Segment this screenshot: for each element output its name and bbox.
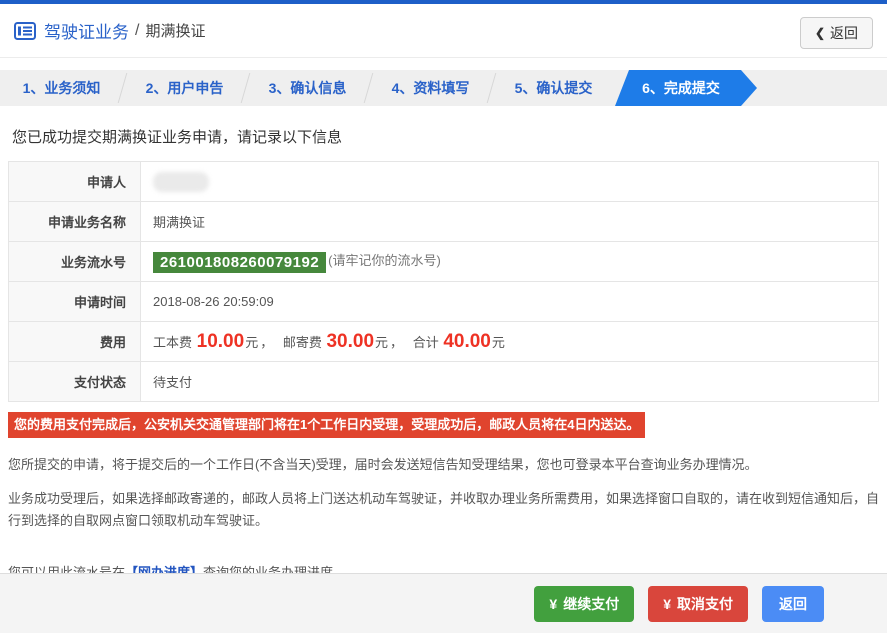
fee-label: 费用 bbox=[8, 321, 141, 362]
business-name-value: 期满换证 bbox=[140, 201, 879, 242]
apply-time-value: 2018-08-26 20:59:09 bbox=[140, 281, 879, 322]
fee-part-unit: 元 bbox=[245, 334, 259, 350]
pay-status-value: 待支付 bbox=[140, 361, 879, 402]
notice-paragraph-2: 业务成功受理后，如果选择邮政寄递的，邮政人员将上门送达机动车驾驶证，并收取办理业… bbox=[8, 490, 880, 528]
progress-hint-prefix: 您可以用此流水号在 bbox=[8, 564, 126, 573]
business-name-label: 申请业务名称 bbox=[8, 201, 141, 242]
back-button-top[interactable]: ❮ 返回 bbox=[799, 17, 873, 49]
table-row-business-name: 申请业务名称 期满换证 bbox=[8, 201, 879, 242]
continue-pay-label: 继续支付 bbox=[563, 595, 620, 612]
table-row-serial: 业务流水号 261001808260079192 (请牢记你的流水号) bbox=[8, 241, 879, 282]
step-1-notice: 1、业务须知 bbox=[0, 70, 123, 106]
fee-separator: ， bbox=[390, 334, 404, 350]
fee-value: 工本费 10.00元， 邮寄费 30.00元， 合计 40.00元 bbox=[140, 321, 879, 362]
fee-part-amount: 30.00 bbox=[326, 330, 375, 352]
step-3-confirm-info: 3、确认信息 bbox=[246, 70, 369, 106]
page-title: 驾驶证业务 bbox=[44, 23, 129, 42]
chevron-left-icon: ❮ bbox=[814, 26, 825, 40]
step-2-declare: 2、用户申告 bbox=[123, 70, 246, 106]
breadcrumb-current: 期满换证 bbox=[145, 23, 206, 40]
fee-part-amount: 10.00 bbox=[196, 330, 245, 352]
main-content: 您已成功提交期满换证业务申请，请记录以下信息 申请人 申请业务名称 期满换证 业… bbox=[0, 106, 887, 573]
fee-part-amount: 40.00 bbox=[443, 330, 491, 352]
serial-value: 261001808260079192 (请牢记你的流水号) bbox=[140, 241, 879, 282]
back-bottom-label: 返回 bbox=[779, 595, 807, 612]
fee-part-name: 邮寄费 bbox=[282, 334, 322, 350]
warning-banner: 您的费用支付完成后，公安机关交通管理部门将在1个工作日内受理，受理成功后，邮政人… bbox=[8, 412, 646, 438]
page-header: 驾驶证业务 / 期满换证 ❮ 返回 bbox=[0, 4, 887, 58]
serial-number-badge: 261001808260079192 bbox=[153, 251, 327, 273]
success-message: 您已成功提交期满换证业务申请，请记录以下信息 bbox=[12, 129, 343, 146]
back-button-bottom[interactable]: 返回 bbox=[762, 585, 824, 622]
fee-part-name: 工本费 bbox=[153, 334, 193, 350]
table-row-applicant: 申请人 bbox=[8, 161, 879, 202]
continue-pay-button[interactable]: ¥ 继续支付 bbox=[534, 585, 635, 622]
fee-part-unit: 元 bbox=[375, 334, 389, 350]
page: 驾驶证业务 / 期满换证 ❮ 返回 1、业务须知 2、用户申告 3、确认信息 4… bbox=[0, 0, 887, 633]
redacted-name bbox=[153, 171, 209, 192]
footer-bar: ¥ 继续支付 ¥ 取消支付 返回 bbox=[0, 573, 887, 633]
serial-label: 业务流水号 bbox=[8, 241, 141, 282]
serial-note: (请牢记你的流水号) bbox=[328, 253, 441, 269]
table-row-apply-time: 申请时间 2018-08-26 20:59:09 bbox=[8, 281, 879, 322]
table-row-pay-status: 支付状态 待支付 bbox=[8, 361, 879, 402]
progress-link[interactable]: 【网办进度】 bbox=[125, 565, 203, 573]
details-table: 申请人 申请业务名称 期满换证 业务流水号 261001808260079192… bbox=[8, 161, 879, 402]
notice-paragraph-1: 您所提交的申请，将于提交后的一个工作日(不含当天)受理，届时会发送短信告知受理结… bbox=[8, 456, 758, 472]
back-button-label: 返回 bbox=[830, 25, 858, 41]
apply-time-label: 申请时间 bbox=[8, 281, 141, 322]
progress-hint-line: 您可以用此流水号在【网办进度】查询您的业务办理进度。 bbox=[8, 562, 879, 573]
progress-hint-suffix: 查询您的业务办理进度。 bbox=[203, 564, 347, 573]
table-row-fee: 费用 工本费 10.00元， 邮寄费 30.00元， 合计 40.00元 bbox=[8, 321, 879, 362]
pay-status-label: 支付状态 bbox=[8, 361, 141, 402]
yuan-icon: ¥ bbox=[663, 595, 671, 612]
cancel-pay-button[interactable]: ¥ 取消支付 bbox=[648, 585, 748, 622]
applicant-label: 申请人 bbox=[8, 161, 141, 202]
wizard-stepbar: 1、业务须知 2、用户申告 3、确认信息 4、资料填写 5、确认提交 6、完成提… bbox=[0, 70, 887, 106]
breadcrumb-divider: / bbox=[135, 21, 140, 39]
fee-part-name: 合计 bbox=[412, 334, 439, 350]
cancel-pay-label: 取消支付 bbox=[677, 595, 733, 612]
step-5-confirm-submit: 5、确认提交 bbox=[514, 80, 593, 96]
step-4-fill-data: 4、资料填写 bbox=[369, 70, 492, 106]
form-list-icon bbox=[14, 21, 36, 40]
fee-separator: ， bbox=[260, 334, 274, 350]
step-6-complete-active: 6、完成提交 bbox=[615, 70, 757, 106]
yuan-icon: ¥ bbox=[549, 595, 558, 612]
applicant-value bbox=[140, 161, 879, 202]
fee-part-unit: 元 bbox=[491, 334, 505, 350]
